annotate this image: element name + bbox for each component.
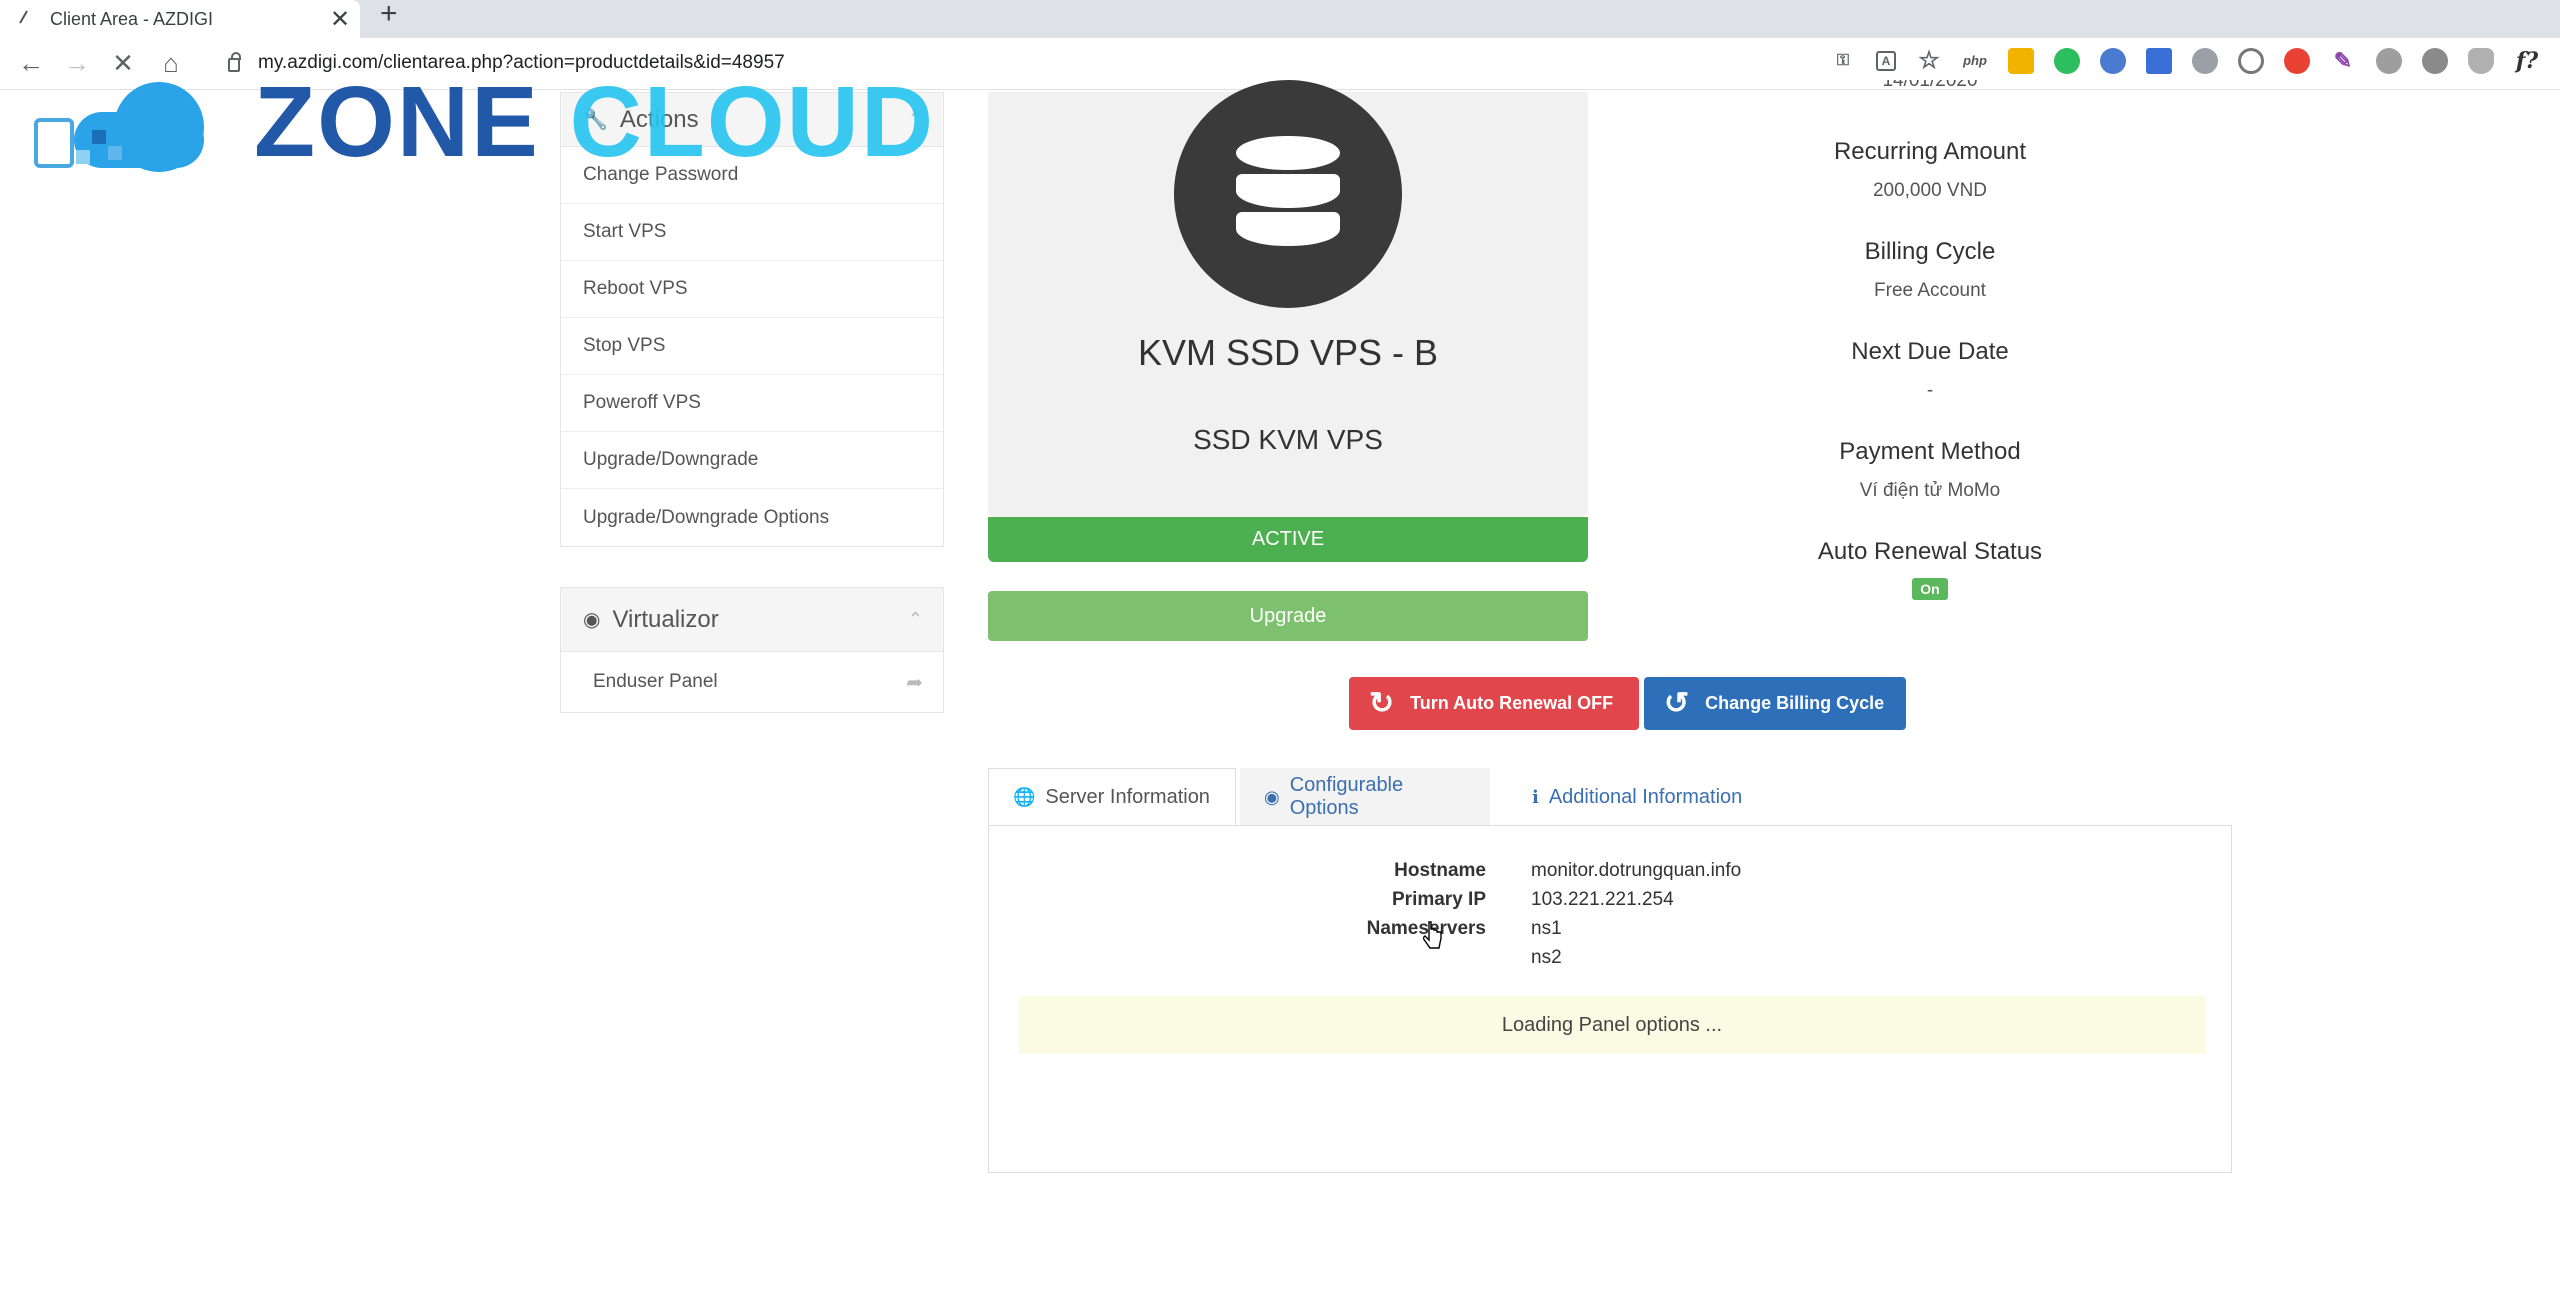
hostname-value: monitor.dotrungquan.info <box>1531 860 1742 881</box>
cloud-logo-icon <box>34 72 224 172</box>
loading-panel-options: Loading Panel options ... <box>1019 996 2205 1054</box>
turn-auto-renewal-off-label: Turn Auto Renewal OFF <box>1410 693 1614 713</box>
browser-tab[interactable]: Client Area - AZDIGI ✕ <box>0 0 360 38</box>
recurring-amount-label: Recurring Amount <box>1833 138 2027 165</box>
star-icon[interactable]: ☆ <box>1916 48 1942 74</box>
cubes-icon: ◉ <box>583 609 601 631</box>
virtualizor-panel: ◉ Virtualizor ⌃ Enduser Panel ➦ <box>560 587 944 713</box>
action-reboot-vps[interactable]: Reboot VPS <box>561 261 943 318</box>
billing-cycle-label: Billing Cycle <box>1864 238 1996 265</box>
server-information-panel: Hostname monitor.dotrungquan.info Primar… <box>988 825 2232 1173</box>
registration-date: 14/01/2020 <box>1882 80 1978 91</box>
info-tabs: 🌐 Server Information ◉ Configurable Opti… <box>988 768 2232 826</box>
action-upgrade-downgrade-options[interactable]: Upgrade/Downgrade Options <box>561 489 943 546</box>
circle-ext-icon[interactable] <box>2238 48 2264 74</box>
pen-ext-icon[interactable]: ✎ <box>2330 48 2356 74</box>
action-stop-vps[interactable]: Stop VPS <box>561 318 943 375</box>
tab-server-information[interactable]: 🌐 Server Information <box>988 768 1236 826</box>
loading-favicon-icon <box>19 10 35 28</box>
new-tab-button[interactable]: + <box>380 0 398 30</box>
nameservers-label: Nameservers <box>1366 918 1486 939</box>
virtualizor-panel-header[interactable]: ◉ Virtualizor ⌃ <box>561 588 943 652</box>
globe-ext-icon[interactable] <box>2100 48 2126 74</box>
action-upgrade-downgrade[interactable]: Upgrade/Downgrade <box>561 432 943 489</box>
enduser-panel-label: Enduser Panel <box>593 671 718 692</box>
extensions-row: ⚿ A ☆ php ✎ f? <box>1830 48 2540 74</box>
info-icon: i <box>1532 786 1539 808</box>
chevron-up-icon[interactable]: ⌃ <box>908 609 923 630</box>
hostname-label: Hostname <box>1394 860 1486 881</box>
cloud-ext-icon[interactable] <box>2192 48 2218 74</box>
evernote-icon[interactable] <box>2054 48 2080 74</box>
next-due-date-value: - <box>1926 380 1934 401</box>
tab-server-information-label: Server Information <box>1045 786 1210 808</box>
lock-icon <box>228 52 241 72</box>
translate-ext-icon[interactable] <box>2146 48 2172 74</box>
auto-renewal-label: Auto Renewal Status <box>1817 538 2043 565</box>
database-icon <box>1174 80 1402 308</box>
cloud2-ext-icon[interactable] <box>2422 48 2448 74</box>
key-icon[interactable]: ⚿ <box>1830 48 1856 74</box>
tab-additional-information[interactable]: i Additional Information <box>1508 768 1766 826</box>
change-billing-cycle-label: Change Billing Cycle <box>1705 693 1885 713</box>
share-arrow-icon: ➦ <box>906 671 923 694</box>
browser-tab-title: Client Area - AZDIGI <box>50 8 214 29</box>
watermark-text: ZONE CLOUD <box>254 66 936 178</box>
refresh-icon: ↻ <box>1369 687 1395 720</box>
tab-configurable-options[interactable]: ◉ Configurable Options <box>1240 768 1490 826</box>
upgrade-button[interactable]: Upgrade <box>988 591 1588 641</box>
primary-ip-label: Primary IP <box>1392 889 1486 910</box>
shield-ext-icon[interactable] <box>2468 48 2494 74</box>
change-billing-cycle-button[interactable]: ↺ Change Billing Cycle <box>1644 677 1906 730</box>
translate-icon[interactable]: A <box>1876 51 1896 71</box>
close-tab-icon[interactable]: ✕ <box>320 5 360 34</box>
billing-cycle-value: Free Account <box>1874 280 1986 301</box>
drive-ext-icon[interactable] <box>2376 48 2402 74</box>
globe-icon: 🌐 <box>1013 787 1036 807</box>
recurring-amount-value: 200,000 VND <box>1872 180 1988 201</box>
turn-auto-renewal-off-button[interactable]: ↻ Turn Auto Renewal OFF <box>1349 677 1639 730</box>
nameserver-2: ns2 <box>1531 947 1562 968</box>
zone-cloud-watermark-logo: ZONE CLOUD <box>34 72 935 172</box>
tab-additional-information-label: Additional Information <box>1548 785 1743 808</box>
next-due-date-label: Next Due Date <box>1851 338 2009 365</box>
browser-tabbar: Client Area - AZDIGI ✕ + <box>0 0 2560 38</box>
primary-ip-value: 103.221.221.254 <box>1531 889 1674 910</box>
nameserver-1: ns1 <box>1531 918 1562 939</box>
payment-method-label: Payment Method <box>1839 438 2021 465</box>
product-card: KVM SSD VPS - B SSD KVM VPS <box>988 80 1588 517</box>
payment-method-value: Ví điện tử MoMo <box>1859 480 2001 501</box>
product-group: SSD KVM VPS <box>1193 424 1383 455</box>
product-name: KVM SSD VPS - B <box>1137 332 1439 373</box>
red-ext-icon[interactable] <box>2284 48 2310 74</box>
history-icon: ↺ <box>1664 687 1690 720</box>
action-start-vps[interactable]: Start VPS <box>561 204 943 261</box>
billing-info: Recurring Amount 200,000 VND Billing Cyc… <box>1730 138 2130 638</box>
tab-configurable-options-label: Configurable Options <box>1289 774 1404 819</box>
auto-renewal-badge: On <box>1912 578 1948 600</box>
php-icon[interactable]: php <box>1962 48 1988 74</box>
virtualizor-panel-title: Virtualizor <box>612 605 719 633</box>
font-ext-icon[interactable]: f? <box>2514 48 2540 74</box>
mouse-cursor-icon <box>1423 921 1442 949</box>
status-badge: ACTIVE <box>988 517 1588 562</box>
enduser-panel-link[interactable]: Enduser Panel ➦ <box>561 652 943 712</box>
cubes-icon: ◉ <box>1264 786 1280 807</box>
lock-ext-icon[interactable] <box>2008 48 2034 74</box>
action-poweroff-vps[interactable]: Poweroff VPS <box>561 375 943 432</box>
